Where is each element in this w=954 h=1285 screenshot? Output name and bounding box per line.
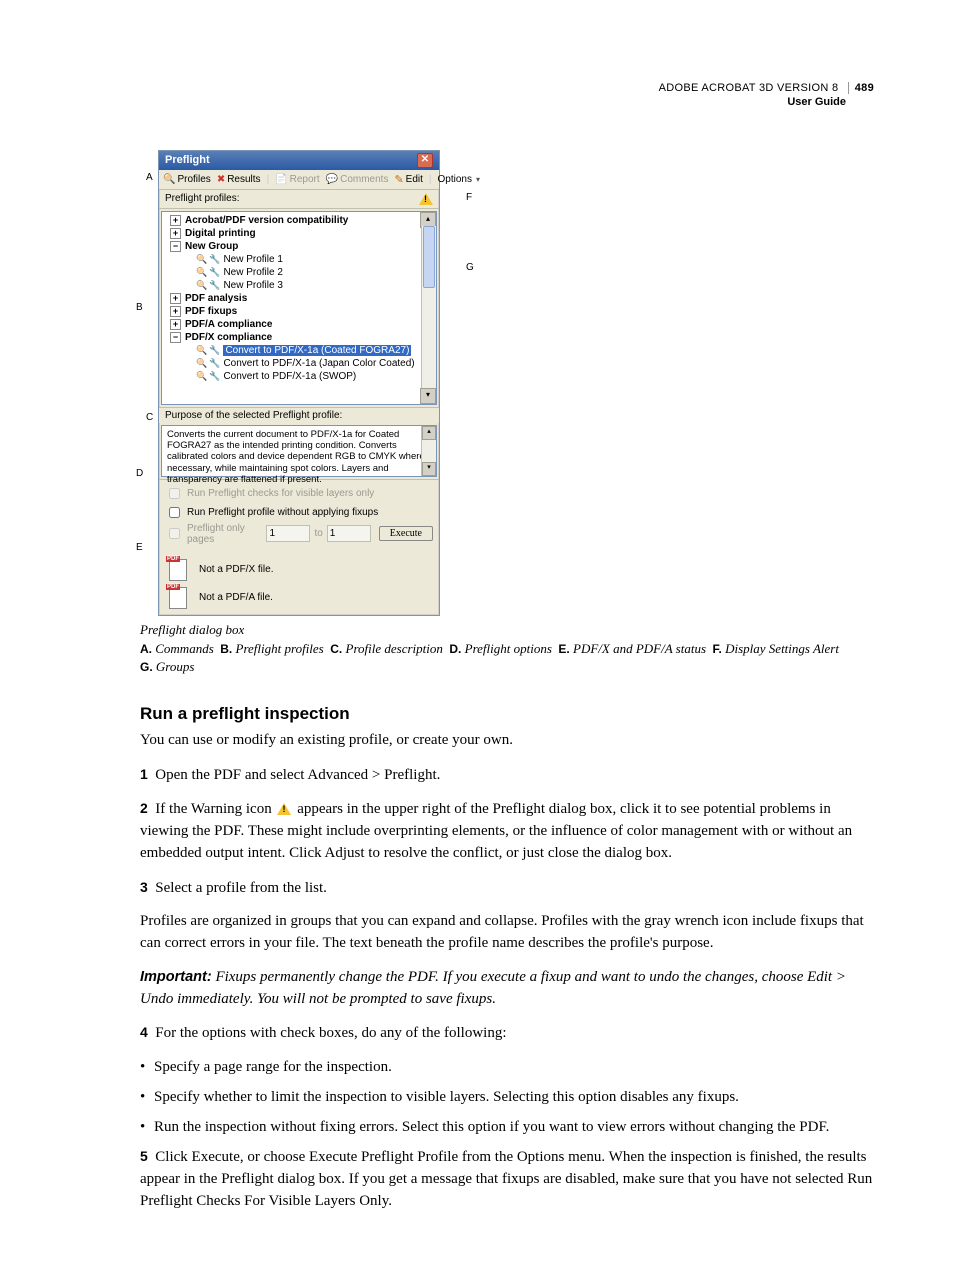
guide-label: User Guide: [140, 96, 874, 110]
callout-d: D: [136, 468, 143, 479]
intro-text: You can use or modify an existing profil…: [140, 730, 874, 752]
step-5: 5 Click Execute, or choose Execute Prefl…: [140, 1146, 874, 1212]
important-note: Important: Fixups permanently change the…: [140, 967, 874, 1011]
pdfx-status-text: Not a PDF/X file.: [199, 564, 273, 575]
pdfx-status-row: Not a PDF/X file.: [159, 553, 439, 587]
profile-tree[interactable]: +Acrobat/PDF version compatibility +Digi…: [161, 211, 437, 405]
callout-c: C: [146, 412, 153, 423]
results-tab[interactable]: Results: [217, 174, 261, 185]
purpose-label: Purpose of the selected Preflight profil…: [159, 407, 439, 423]
options-menu[interactable]: Options: [438, 174, 480, 185]
callout-e: E: [136, 542, 143, 553]
close-icon[interactable]: ✕: [417, 153, 433, 168]
pdfx-badge-icon: [169, 559, 191, 581]
running-header: ADOBE ACROBAT 3D VERSION 8 489 User Guid…: [140, 82, 874, 110]
scrollbar[interactable]: [421, 226, 436, 390]
preflight-figure: A B C D E F G Preflight ✕ Profiles Resul…: [158, 150, 478, 616]
product-name: ADOBE ACROBAT 3D VERSION 8: [659, 82, 839, 94]
comments-icon: [326, 174, 338, 185]
bullet-3: Run the inspection without fixing errors…: [140, 1117, 874, 1139]
purpose-description: Converts the current document to PDF/X-1…: [161, 425, 437, 477]
visible-layers-checkbox[interactable]: [169, 488, 180, 499]
profiles-tab[interactable]: Profiles: [163, 174, 211, 185]
without-fixups-checkbox[interactable]: [169, 507, 180, 518]
section-heading: Run a preflight inspection: [140, 704, 874, 724]
pdfa-status-text: Not a PDF/A file.: [199, 592, 273, 603]
preflight-dialog: Preflight ✕ Profiles Results | Report Co…: [158, 150, 440, 616]
groups-paragraph: Profiles are organized in groups that yo…: [140, 911, 874, 955]
warning-icon-inline: [277, 803, 291, 815]
page-to-field[interactable]: [327, 525, 371, 542]
bullet-2: Specify whether to limit the inspection …: [140, 1087, 874, 1109]
only-pages-checkbox[interactable]: [169, 528, 180, 539]
bullet-1: Specify a page range for the inspection.: [140, 1057, 874, 1079]
page-number: 489: [848, 82, 874, 94]
callout-a: A: [146, 172, 153, 183]
pdfa-status-row: Not a PDF/A file.: [159, 587, 439, 615]
edit-icon: [394, 173, 403, 186]
profiles-label: Preflight profiles:: [165, 193, 239, 204]
dialog-toolbar: Profiles Results | Report Comments Edit …: [159, 170, 439, 190]
dialog-title: Preflight: [165, 154, 210, 166]
execute-button[interactable]: Execute: [379, 526, 433, 541]
dialog-titlebar: Preflight ✕: [159, 151, 439, 170]
figure-legend: A. Commands B. Preflight profiles C. Pro…: [140, 640, 874, 676]
page-from-field[interactable]: [266, 525, 310, 542]
results-icon: [217, 174, 225, 185]
profiles-icon: [163, 174, 175, 185]
edit-button[interactable]: Edit: [394, 173, 422, 186]
callout-f: F: [466, 192, 472, 203]
step-2: 2 If the Warning icon appears in the upp…: [140, 798, 874, 864]
selected-profile[interactable]: Convert to PDF/X-1a (Coated FOGRA27): [162, 344, 436, 357]
callout-g: G: [466, 262, 474, 273]
scroll-down-icon[interactable]: ▾: [420, 388, 436, 404]
step-1: 1 Open the PDF and select Advanced > Pre…: [140, 764, 874, 787]
report-icon: [275, 174, 287, 185]
warning-icon[interactable]: [419, 193, 433, 205]
callout-b: B: [136, 302, 143, 313]
figure-caption: Preflight dialog box: [140, 622, 874, 638]
preflight-options: Run Preflight checks for visible layers …: [159, 479, 439, 553]
report-button[interactable]: Report: [275, 174, 319, 185]
step-3: 3 Select a profile from the list.: [140, 877, 874, 900]
step-4: 4 For the options with check boxes, do a…: [140, 1022, 874, 1045]
comments-button[interactable]: Comments: [326, 174, 389, 185]
pdfa-badge-icon: [169, 587, 191, 609]
